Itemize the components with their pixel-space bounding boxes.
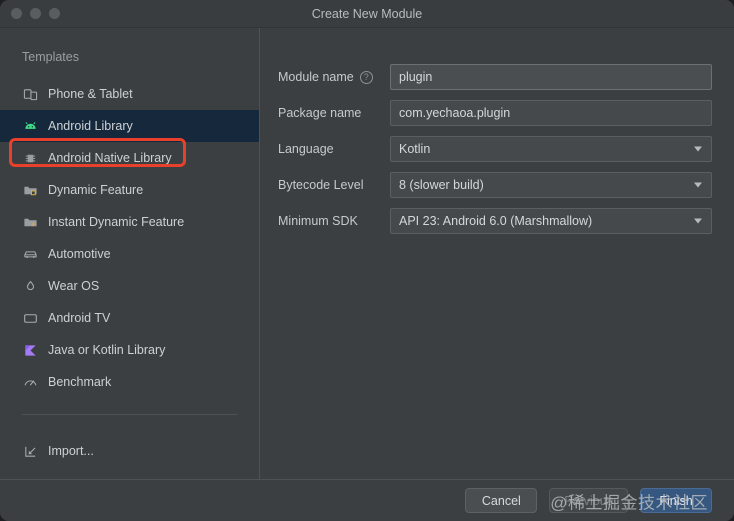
sidebar-item-android-tv[interactable]: Android TV [0, 302, 259, 334]
form-row-package-name: Package name com.yechaoa.plugin [278, 100, 712, 126]
sidebar-item-import[interactable]: Import... [0, 435, 259, 467]
minimum-sdk-select[interactable]: API 23: Android 6.0 (Marshmallow) [390, 208, 712, 234]
sidebar-item-android-library[interactable]: Android Library [0, 110, 259, 142]
sidebar-item-label: Wear OS [48, 279, 99, 293]
phone-tablet-icon [22, 86, 38, 102]
sidebar-item-label: Automotive [48, 247, 111, 261]
form-row-bytecode-level: Bytecode Level 8 (slower build) [278, 172, 712, 198]
title-bar: Create New Module [0, 0, 734, 28]
previous-button: Previous [549, 488, 628, 513]
chevron-down-icon[interactable] [694, 147, 702, 152]
sidebar-item-label: Instant Dynamic Feature [48, 215, 184, 229]
sidebar-item-label: Android Native Library [48, 151, 172, 165]
field-label: Package name [278, 106, 390, 120]
sidebar-item-dynamic-feature[interactable]: Dynamic Feature [0, 174, 259, 206]
sidebar-item-label: Dynamic Feature [48, 183, 143, 197]
folder-lightning-icon [22, 214, 38, 230]
window-title: Create New Module [0, 0, 734, 28]
field-label-text: Package name [278, 106, 361, 120]
sidebar-item-label: Phone & Tablet [48, 87, 133, 101]
field-label-text: Module name [278, 70, 354, 84]
android-robot-icon [22, 118, 38, 134]
cancel-button[interactable]: Cancel [465, 488, 537, 513]
module-name-input[interactable]: plugin [390, 64, 712, 90]
sidebar-item-label: Java or Kotlin Library [48, 343, 165, 357]
field-value: API 23: Android 6.0 (Marshmallow) [399, 214, 592, 228]
sidebar-item-android-native-library[interactable]: Android Native Library [0, 142, 259, 174]
sidebar-item-label: Android TV [48, 311, 110, 325]
module-form-panel: Module name ? plugin Package name com.ye… [260, 28, 734, 479]
sidebar-item-automotive[interactable]: Automotive [0, 238, 259, 270]
chevron-down-icon[interactable] [694, 219, 702, 224]
field-label: Language [278, 142, 390, 156]
field-label: Bytecode Level [278, 178, 390, 192]
package-name-input[interactable]: com.yechaoa.plugin [390, 100, 712, 126]
field-label-text: Language [278, 142, 334, 156]
watch-icon [22, 278, 38, 294]
sidebar-item-instant-dynamic-feature[interactable]: Instant Dynamic Feature [0, 206, 259, 238]
templates-heading: Templates [0, 42, 259, 78]
tv-icon [22, 310, 38, 326]
create-new-module-dialog: Create New Module Templates Phone & Tabl… [0, 0, 734, 521]
field-label: Minimum SDK [278, 214, 390, 228]
sidebar-item-wear-os[interactable]: Wear OS [0, 270, 259, 302]
field-label-text: Minimum SDK [278, 214, 358, 228]
finish-button[interactable]: Finish [640, 488, 712, 513]
field-label-text: Bytecode Level [278, 178, 363, 192]
dialog-body: Templates Phone & Tablet Android Library [0, 28, 734, 479]
field-label: Module name ? [278, 70, 390, 84]
folder-module-icon [22, 182, 38, 198]
chip-icon [22, 150, 38, 166]
sidebar-item-java-or-kotlin-library[interactable]: Java or Kotlin Library [0, 334, 259, 366]
benchmark-gauge-icon [22, 374, 38, 390]
car-icon [22, 246, 38, 262]
template-list: Phone & Tablet Android Library Android N… [0, 78, 259, 398]
sidebar-item-phone-tablet[interactable]: Phone & Tablet [0, 78, 259, 110]
form-row-minimum-sdk: Minimum SDK API 23: Android 6.0 (Marshma… [278, 208, 712, 234]
sidebar-item-label: Import... [48, 444, 94, 458]
bytecode-level-select[interactable]: 8 (slower build) [390, 172, 712, 198]
sidebar-item-benchmark[interactable]: Benchmark [0, 366, 259, 398]
templates-sidebar: Templates Phone & Tablet Android Library [0, 28, 260, 479]
field-value: plugin [399, 70, 432, 84]
import-section: Import... [0, 435, 259, 467]
form-row-language: Language Kotlin [278, 136, 712, 162]
form-row-module-name: Module name ? plugin [278, 64, 712, 90]
language-select[interactable]: Kotlin [390, 136, 712, 162]
sidebar-item-label: Android Library [48, 119, 133, 133]
field-value: Kotlin [399, 142, 430, 156]
dialog-footer: Cancel Previous Finish @稀土掘金技术社区 [0, 479, 734, 521]
import-arrow-icon [22, 443, 38, 459]
field-value: 8 (slower build) [399, 178, 484, 192]
help-icon[interactable]: ? [360, 71, 373, 84]
chevron-down-icon[interactable] [694, 183, 702, 188]
kotlin-k-icon [22, 342, 38, 358]
sidebar-divider [22, 414, 237, 415]
sidebar-item-label: Benchmark [48, 375, 111, 389]
field-value: com.yechaoa.plugin [399, 106, 510, 120]
